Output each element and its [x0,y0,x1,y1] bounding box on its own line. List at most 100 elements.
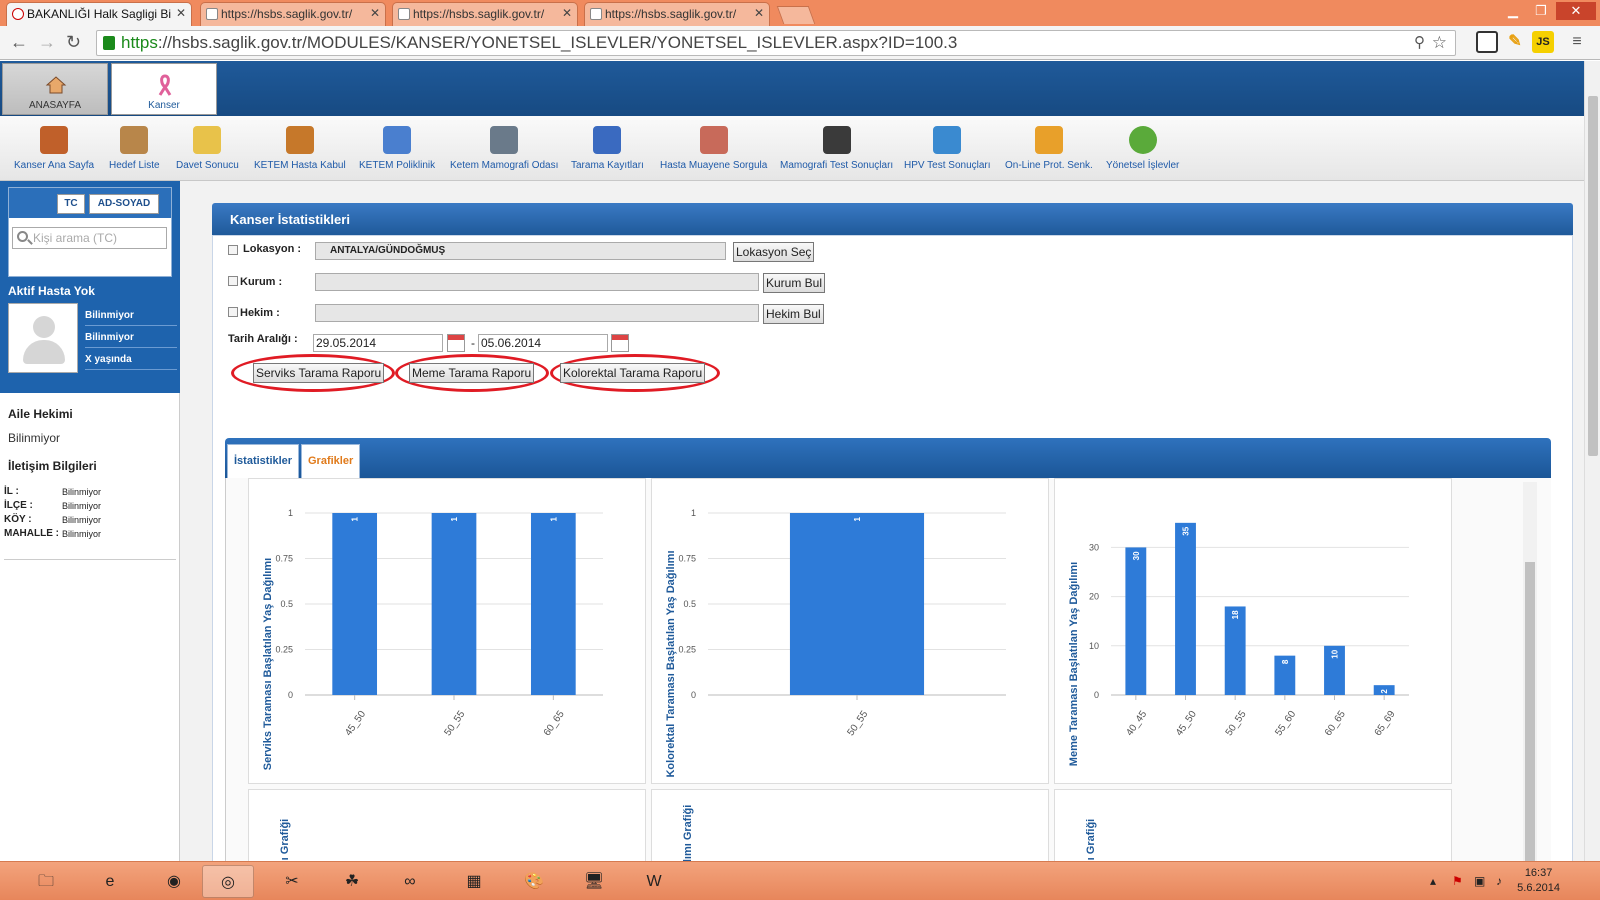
toolbar-tarama-kayitlari[interactable]: Tarama Kayıtları [571,126,644,171]
close-tab-icon[interactable]: ✕ [754,6,764,20]
toolbar-ketem-poliklinik[interactable]: KETEM Poliklinik [359,126,435,171]
find-kurum-button[interactable]: Kurum Bul [763,273,826,293]
toolbar-ketem-mamografi-odasi[interactable]: Ketem Mamografi Odası [450,126,558,171]
location-checkbox[interactable] [228,245,238,255]
toolbar-ketem-hasta-kabul[interactable]: KETEM Hasta Kabul [254,126,346,171]
chrome-icon[interactable]: ◎ [202,865,254,898]
tab-tc[interactable]: TC [57,194,85,214]
select-location-button[interactable]: Lokasyon Seç [733,242,815,262]
serviks-report-button[interactable]: Serviks Tarama Raporu [253,363,385,383]
back-arrow-icon[interactable]: ← [10,33,28,51]
sync-arrows-icon [1034,126,1063,154]
internet-explorer-icon[interactable]: e [84,865,136,898]
toolbar-yonetsel-islevler[interactable]: Yönetsel İşlevler [1106,126,1179,171]
bookmark-star-icon[interactable]: ☆ [1432,31,1447,55]
date-to-input[interactable]: 05.06.2014 [478,334,608,352]
toolbar-davet-sonucu[interactable]: Davet Sonucu [176,126,239,171]
date-from-input[interactable]: 29.05.2014 [313,334,443,352]
remote-desktop-icon[interactable]: 🖥 [568,865,620,898]
close-tab-icon[interactable]: ✕ [176,6,186,20]
calendar-icon[interactable] [611,334,629,352]
toolbar-kanser-ana-sayfa[interactable]: Kanser Ana Sayfa [14,126,94,171]
tab-title: https://hsbs.saglik.gov.tr/ [605,7,737,21]
address-koy-value: Bilinmiyor [62,515,102,525]
scrollbar-thumb[interactable] [1588,96,1598,456]
toolbar-label: KETEM Hasta Kabul [254,160,346,171]
chart-bar[interactable] [431,513,477,695]
extension-icon[interactable] [1476,31,1498,53]
toolbar-hpv-test-sonuclari[interactable]: HPV Test Sonuçları [904,126,991,171]
tray-arrow-icon[interactable]: ▴ [1430,874,1444,888]
address-bar[interactable]: https://hsbs.saglik.gov.tr/MODULES/KANSE… [96,30,1456,56]
charts-scrollbar[interactable] [1523,482,1537,861]
minimize-icon[interactable]: ▁ [1500,2,1526,20]
toolbar-online-prot-senk[interactable]: On-Line Prot. Senk. [1005,126,1093,171]
chart-bar[interactable] [1125,547,1147,695]
bar-data-label: 30 [1132,551,1141,560]
close-tab-icon[interactable]: ✕ [562,6,572,20]
pencil-extension-icon[interactable]: ✎ [1504,31,1526,53]
page-favicon-icon [590,8,602,20]
calendar-icon[interactable] [447,334,465,352]
ribbon-icon [158,74,172,96]
find-hekim-button[interactable]: Hekim Bul [763,304,824,324]
meme-report-button[interactable]: Meme Tarama Raporu [409,363,535,383]
scrollbar-thumb[interactable] [1525,562,1535,861]
maximize-icon[interactable]: ❐ [1528,2,1554,20]
tab-grafikler[interactable]: Grafikler [301,444,361,478]
frog-icon[interactable]: ☘ [326,865,378,898]
browser-tab[interactable]: https://hsbs.saglik.gov.tr/ ✕ [392,2,578,26]
js-extension-icon[interactable]: JS [1532,31,1554,53]
tab-kanser[interactable]: Kanser [111,63,217,115]
network-icon[interactable]: ⚑ [1452,874,1466,888]
action-center-icon[interactable]: ▣ [1474,874,1488,888]
toolbar-hasta-muayene-sorgula[interactable]: Hasta Muayene Sorgula [660,126,767,171]
chart-card-partial: ğılımı Grafiği [248,789,646,861]
contact-info-label: İletişim Bilgileri [8,459,97,473]
chart-bar[interactable] [530,513,576,695]
toolbar-mamografi-test-sonuclari[interactable]: Mamografi Test Sonuçları [780,126,893,171]
browser-tab[interactable]: https://hsbs.saglik.gov.tr/ ✕ [200,2,386,26]
tab-anasayfa[interactable]: ANASAYFA [2,63,108,115]
menu-icon[interactable]: ≡ [1566,31,1588,53]
x-tick-label: 40_45 [1124,709,1149,738]
chart-bar[interactable] [1175,522,1196,695]
forward-arrow-icon[interactable]: → [38,33,56,51]
avatar [8,303,78,373]
chart-bar[interactable] [789,513,925,695]
toolbar-label: HPV Test Sonuçları [904,160,991,171]
chart-card-kolorektal: Kolorektal Taraması Başlatılan Yaş Dağıl… [651,478,1049,784]
visual-studio-icon[interactable]: ∞ [384,865,436,898]
y-tick-label: 0.75 [275,554,293,564]
tab-ad-soyad[interactable]: AD-SOYAD [89,194,159,214]
clipboard-icon [120,126,149,154]
patient-gender: Bilinmiyor [85,327,177,348]
envelope-icon [193,126,222,154]
window-close-icon[interactable]: ✕ [1556,2,1596,20]
paint-icon[interactable]: 🎨 [508,865,560,898]
chart-title-partial: ğılımı Grafiği [279,818,291,861]
patient-search-input[interactable]: Kişi arama (TC) [12,227,167,249]
kolorektal-report-button[interactable]: Kolorektal Tarama Raporu [560,363,706,383]
chart-bar[interactable] [332,513,378,695]
word-icon[interactable]: W [628,865,680,898]
patient-card: TC AD-SOYAD Kişi arama (TC) Aktif Hasta … [0,181,180,393]
kurum-checkbox[interactable] [228,276,238,286]
browser-tab[interactable]: https://hsbs.saglik.gov.tr/ ✕ [584,2,770,26]
hekim-checkbox[interactable] [228,307,238,317]
new-tab-button[interactable] [776,6,816,24]
toolbar-hedef-liste[interactable]: Hedef Liste [109,126,160,171]
zoom-icon[interactable]: ⚲ [1414,31,1425,55]
page-scrollbar[interactable] [1584,61,1600,861]
date-separator: - [471,336,475,350]
volume-icon[interactable]: ♪ [1496,874,1510,888]
firefox-icon[interactable]: ◉ [148,865,200,898]
browser-tab[interactable]: BAKANLIĞI Halk Sagligi Bi ✕ [6,2,192,26]
close-tab-icon[interactable]: ✕ [370,6,380,20]
tab-istatistikler[interactable]: İstatistikler [227,444,300,478]
reload-icon[interactable]: ↻ [66,33,81,51]
system-clock[interactable]: 16:37 5.6.2014 [1517,866,1560,896]
file-explorer-icon[interactable]: 🗀 [20,865,72,898]
tools-icon[interactable]: ✂ [266,865,318,898]
chart-app-icon[interactable]: ▦ [448,865,500,898]
